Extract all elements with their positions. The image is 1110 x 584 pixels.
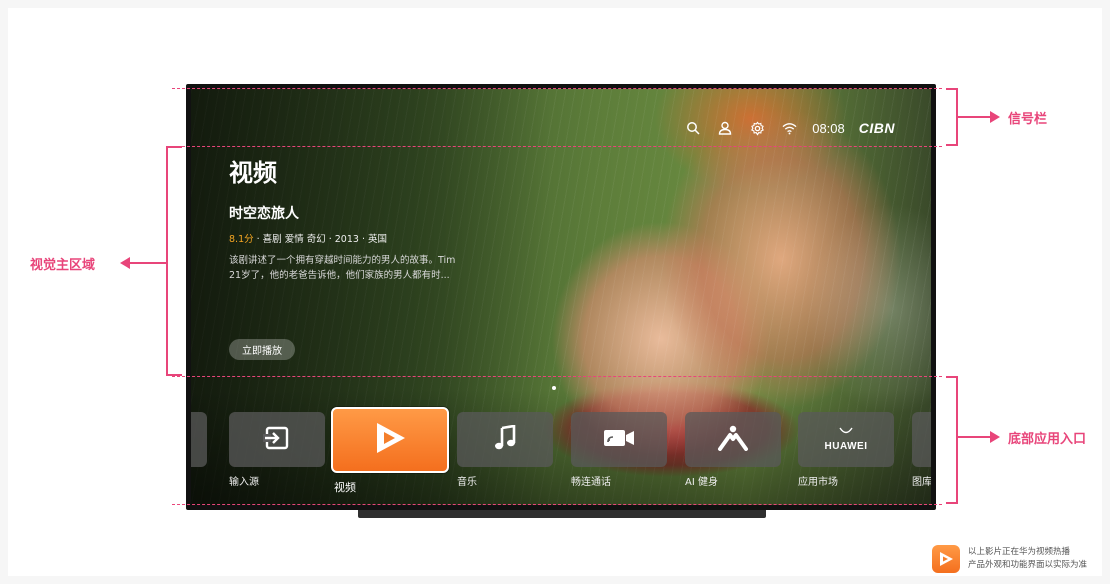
- app-label: 应用市场: [798, 477, 838, 488]
- huawei-logo-text: HUAWEI: [824, 440, 868, 452]
- app-tile-video[interactable]: [331, 407, 449, 473]
- app-label: 图库: [912, 477, 931, 488]
- movie-tags: · 喜剧 爱情 奇幻 · 2013 · 英国: [253, 234, 388, 245]
- guide-line: [172, 504, 942, 505]
- music-note-icon: [494, 423, 516, 455]
- movie-description: 该剧讲述了一个拥有穿越时间能力的男人的故事。Tim 21岁了，他的老爸告诉他，他…: [229, 253, 489, 283]
- arrow-line: [958, 116, 992, 118]
- app-tile-input-source[interactable]: [229, 412, 325, 467]
- tv-screen: 08:08 CIBN 视频 时空恋旅人 8.1分 · 喜剧 爱情 奇幻 · 20…: [191, 89, 931, 505]
- huawei-video-logo-icon: [932, 545, 960, 573]
- bottom-entry-bracket: [946, 376, 958, 504]
- input-source-icon: [263, 426, 291, 454]
- play-now-button[interactable]: 立即播放: [229, 339, 295, 360]
- app-tile-app-market[interactable]: HUAWEI: [798, 412, 894, 467]
- arrow-right-icon: [990, 111, 1000, 123]
- status-bar: 08:08 CIBN: [684, 119, 895, 137]
- section-title: 视频: [229, 159, 277, 187]
- user-icon[interactable]: [716, 119, 734, 137]
- signal-bar-bracket: [946, 88, 958, 146]
- page: 08:08 CIBN 视频 时空恋旅人 8.1分 · 喜剧 爱情 奇幻 · 20…: [0, 0, 1110, 584]
- app-label: 输入源: [229, 477, 259, 488]
- ai-fitness-icon: [716, 425, 750, 455]
- video-play-icon: [371, 419, 409, 461]
- app-tile-video-call[interactable]: [571, 412, 667, 467]
- cibn-logo: CIBN: [858, 120, 895, 136]
- video-call-icon: [603, 428, 635, 452]
- arrow-left-icon: [120, 257, 130, 269]
- movie-title: 时空恋旅人: [229, 206, 299, 222]
- description-line: 21岁了，他的老爸告诉他，他们家族的男人都有时...: [229, 270, 450, 281]
- wifi-icon: [780, 119, 798, 137]
- signal-bar-annotation: 信号栏: [1008, 112, 1048, 127]
- arrow-line: [958, 436, 992, 438]
- app-row: 输入源 视频 音乐 畅连通话 AI 健身 HUAWEI 应用市场 图库: [191, 407, 931, 497]
- arrow-line: [130, 262, 166, 264]
- carousel-indicator[interactable]: [552, 386, 556, 390]
- tv-frame: 08:08 CIBN 视频 时空恋旅人 8.1分 · 喜剧 爱情 奇幻 · 20…: [186, 84, 936, 510]
- visual-main-annotation: 视觉主区域: [30, 258, 96, 273]
- footer-note-line: 以上影片正在华为视频热播: [968, 547, 1071, 557]
- description-line: 该剧讲述了一个拥有穿越时间能力的男人的故事。Tim: [229, 255, 456, 266]
- footer-note: 以上影片正在华为视频热播 产品外观和功能界面以实际为准: [968, 546, 1087, 572]
- app-tile-ai-fitness[interactable]: [685, 412, 781, 467]
- huawei-logo-icon: HUAWEI: [825, 426, 868, 454]
- guide-line: [172, 376, 942, 377]
- app-tile-partial-left[interactable]: [191, 412, 207, 467]
- guide-line: [172, 88, 942, 89]
- app-label: AI 健身: [685, 477, 718, 488]
- footer-note-line: 产品外观和功能界面以实际为准: [968, 560, 1088, 570]
- app-tile-gallery[interactable]: [912, 412, 931, 467]
- arrow-right-icon: [990, 431, 1000, 443]
- app-label: 音乐: [457, 477, 477, 488]
- clock: 08:08: [812, 120, 845, 136]
- settings-icon[interactable]: [748, 119, 766, 137]
- search-icon[interactable]: [684, 119, 702, 137]
- app-label: 畅连通话: [571, 477, 611, 488]
- tv-stand: [358, 510, 766, 518]
- app-label: 视频: [334, 481, 356, 494]
- movie-meta: 8.1分 · 喜剧 爱情 奇幻 · 2013 · 英国: [229, 231, 387, 245]
- app-tile-music[interactable]: [457, 412, 553, 467]
- movie-score: 8.1分: [229, 234, 254, 245]
- bottom-entry-annotation: 底部应用入口: [1008, 432, 1087, 447]
- visual-main-bracket: [166, 146, 182, 376]
- guide-line: [172, 146, 942, 147]
